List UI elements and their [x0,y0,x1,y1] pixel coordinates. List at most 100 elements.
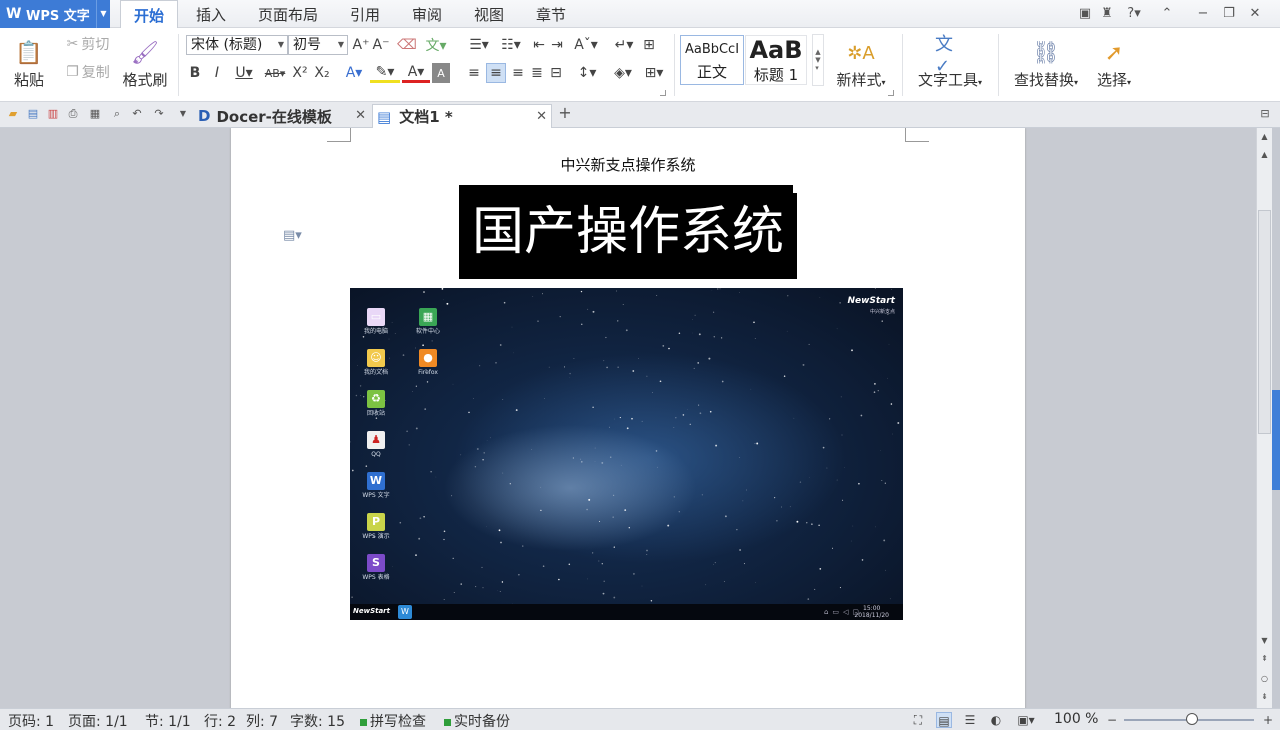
tab-document-1[interactable]: ▤ 文档1 * ✕ [372,104,552,128]
menu-tab-insert[interactable]: 插入 [186,0,236,28]
new-style-button[interactable]: ✲A 新样式▾ [830,34,892,94]
status-pages[interactable]: 页面: 1/1 [68,711,128,730]
document-page[interactable]: 中兴新支点操作系统 ▤▾ 国产操作系统 NewStart 中兴新支点 ▭ 我的电脑… [231,128,1025,708]
print-icon[interactable]: ⎙ [66,107,80,121]
zoom-out-icon[interactable]: − [1104,712,1120,728]
highlight-icon[interactable]: ✎▾ [370,63,400,83]
browse-object-icon[interactable]: ○ [1257,672,1272,686]
text-effect-icon[interactable]: A▾ [340,63,368,83]
wps-writer-desktop-item[interactable]: W WPS 文字 [356,472,396,500]
software-center-desktop-item[interactable]: ▦ 软件中心 [408,308,448,336]
next-page-icon[interactable]: ⇟ [1257,690,1272,704]
char-shading-icon[interactable]: A [432,63,450,83]
format-painter-button[interactable]: 🖌 格式刷 [118,34,172,94]
status-row[interactable]: 行: 2 [204,711,236,730]
close-icon[interactable]: ✕ [536,109,547,124]
clear-format-icon[interactable]: ⌫ [397,35,417,55]
subscript-icon[interactable]: X₂ [312,63,332,83]
shrink-font-icon[interactable]: A⁻ [372,35,390,55]
open-folder-icon[interactable]: ▰ [6,107,20,121]
phonetic-guide-icon[interactable]: 文▾ [422,35,450,55]
zoom-in-icon[interactable]: + [1260,712,1276,728]
status-word-count[interactable]: 字数: 15 [290,711,345,730]
vertical-scrollbar[interactable]: ▲ ▲ ▼ ⇞ ○ ⇟ [1256,128,1272,708]
align-left-icon[interactable]: ≡ [464,63,484,83]
chevron-down-icon[interactable]: ▼ [96,0,110,28]
underline-icon[interactable]: U▾ [230,63,258,83]
document-subtitle[interactable]: 中兴新支点操作系统 [231,154,1025,175]
page-view-icon[interactable]: ▤ [936,712,952,728]
menu-tab-home[interactable]: 开始 [120,0,178,28]
strikethrough-icon[interactable]: AB▾ [260,63,290,83]
font-family-select[interactable]: 宋体 (标题) ▼ [186,35,288,55]
paragraph-dialog-launcher-icon[interactable] [660,90,666,96]
menu-tab-view[interactable]: 视图 [464,0,514,28]
prev-page-icon[interactable]: ⇞ [1257,652,1272,666]
menu-tab-review[interactable]: 审阅 [402,0,452,28]
cut-button[interactable]: ✂ 剪切 [60,34,116,54]
scrollbar-thumb[interactable] [1258,210,1271,434]
shading-icon[interactable]: ◈▾ [608,63,638,83]
scroll-down-arrow-icon[interactable]: ▼ [1257,634,1272,648]
tab-menu-icon[interactable]: ⊟ [1258,107,1272,121]
reading-mode-icon[interactable]: ▣▾ [1012,712,1040,728]
chinese-layout-icon[interactable]: Aˇ▾ [572,35,600,55]
spell-check-toggle[interactable]: 拼写检查 [360,711,426,730]
find-replace-button[interactable]: ⛓ 查找替换▾ [1004,34,1088,94]
style-heading-1[interactable]: AaB 标题 1 [745,35,807,85]
distribute-icon[interactable]: ⊟ [546,63,566,83]
scroll-up-arrow-icon[interactable]: ▲ [1257,148,1272,162]
bold-icon[interactable]: B [186,63,204,83]
documents-desktop-item[interactable]: ☺ 我的文档 [356,349,396,377]
app-menu-button[interactable]: W WPS 文字 ▼ [0,0,110,28]
bullets-icon[interactable]: ☰▾ [464,35,494,55]
numbering-icon[interactable]: ☷▾ [496,35,526,55]
align-center-icon[interactable]: ≡ [486,63,506,83]
outline-view-icon[interactable]: ☰ [962,712,978,728]
page-up-arrow-icon[interactable]: ▲ [1257,130,1272,144]
zoom-slider-thumb[interactable] [1186,713,1198,725]
minimize-icon[interactable]: − [1194,5,1212,23]
align-right-icon[interactable]: ≡ [508,63,528,83]
italic-icon[interactable]: I [208,63,226,83]
new-tab-icon[interactable]: + [558,105,572,121]
status-col[interactable]: 列: 7 [246,711,278,730]
style-normal[interactable]: AaBbCcI 正文 [680,35,744,85]
status-section[interactable]: 节: 1/1 [145,711,191,730]
recycle-bin-desktop-item[interactable]: ♻ 回收站 [356,390,396,418]
copy-button[interactable]: ❐ 复制 [60,62,116,82]
menu-tab-chapter[interactable]: 章节 [526,0,576,28]
styles-scroll[interactable]: ▲ ▼ ▾ [812,34,824,86]
backup-toggle[interactable]: 实时备份 [444,711,510,730]
show-marks-icon[interactable]: ↵▾ [610,35,638,55]
text-tools-button[interactable]: 文✓ 文字工具▾ [908,34,992,94]
styles-dialog-launcher-icon[interactable] [888,90,894,96]
superscript-icon[interactable]: X² [290,63,310,83]
menu-tab-references[interactable]: 引用 [340,0,390,28]
justify-icon[interactable]: ≣ [528,63,546,83]
font-color-icon[interactable]: A▾ [402,63,430,83]
wps-spreadsheet-desktop-item[interactable]: S WPS 表格 [356,554,396,582]
print-preview-icon[interactable]: ▦ [88,107,102,121]
export-pdf-icon[interactable]: ▥ [46,107,60,121]
restore-icon[interactable]: ❐ [1220,5,1238,23]
select-button[interactable]: ➚ 选择▾ [1088,34,1140,94]
document-title[interactable]: 国产操作系统 [459,185,797,279]
redo-icon[interactable]: ↷ [152,107,166,121]
menu-tab-page-layout[interactable]: 页面布局 [248,0,328,28]
zoom-level[interactable]: 100 % [1054,711,1098,727]
firefox-desktop-item[interactable]: ● Firefox [408,349,448,377]
wps-presentation-desktop-item[interactable]: P WPS 演示 [356,513,396,541]
tab-docer-templates[interactable]: D Docer-在线模板 ✕ [194,104,370,128]
close-icon[interactable]: ✕ [1246,5,1264,23]
customize-quick-access-icon[interactable]: ▼ [176,107,190,121]
fullscreen-view-icon[interactable]: ⛶ [910,712,926,728]
line-spacing-icon[interactable]: ↕▾ [572,63,602,83]
shirt-icon[interactable]: ♜ [1098,5,1116,23]
help-button[interactable]: ?▾ [1122,5,1146,23]
decrease-indent-icon[interactable]: ⇤ [530,35,548,55]
status-page-code[interactable]: 页码: 1 [8,711,54,730]
paragraph-layout-icon[interactable]: ▤▾ [283,228,302,243]
collapse-ribbon-icon[interactable]: ⌃ [1158,5,1176,23]
qq-desktop-item[interactable]: ♟ QQ [356,431,396,459]
